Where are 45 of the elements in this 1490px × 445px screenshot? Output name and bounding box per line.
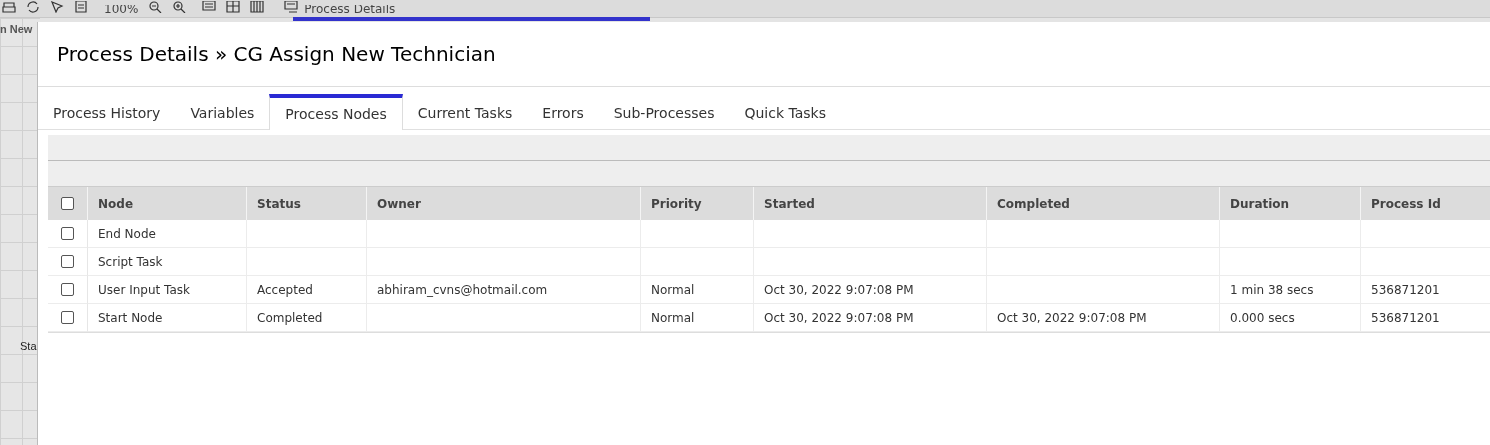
tab[interactable]: Process History	[38, 94, 176, 129]
zoom-out-icon[interactable]	[148, 1, 163, 13]
details-icon[interactable]	[284, 1, 299, 13]
tab[interactable]: Process Nodes	[269, 94, 403, 130]
checkbox[interactable]	[61, 283, 74, 296]
table-cell: Oct 30, 2022 9:07:08 PM	[754, 304, 987, 332]
pointer-icon[interactable]	[50, 1, 64, 13]
table-cell: 0.000 secs	[1220, 304, 1361, 332]
table-cell: 536871201	[1361, 304, 1490, 332]
checkbox[interactable]	[61, 227, 74, 240]
printer-icon[interactable]	[2, 1, 16, 13]
tab[interactable]: Sub-Processes	[598, 94, 730, 129]
table-cell: Normal	[641, 276, 754, 304]
table-cell: 536871201	[1361, 276, 1490, 304]
column-header[interactable]: Completed	[997, 194, 1070, 213]
dialog-title: Process Details » CG Assign New Technician	[57, 41, 496, 68]
notes-icon[interactable]	[202, 1, 217, 13]
table-cell: Normal	[641, 304, 754, 332]
zoom-in-icon[interactable]	[172, 1, 187, 13]
checkbox[interactable]	[61, 311, 74, 324]
table-cell: Oct 30, 2022 9:07:08 PM	[754, 276, 987, 304]
document-icon[interactable]	[74, 1, 88, 13]
column-header[interactable]: Started	[764, 194, 815, 213]
tab[interactable]: Errors	[527, 94, 599, 129]
node-label: Sta	[20, 339, 37, 354]
tab[interactable]: Current Tasks	[402, 94, 528, 129]
canvas-title: n New	[0, 22, 33, 37]
column-header[interactable]: Node	[98, 194, 133, 213]
table-cell: User Input Task	[88, 276, 247, 304]
column-header[interactable]: Owner	[377, 194, 421, 213]
table-cell: Script Task	[88, 248, 247, 276]
refresh-icon[interactable]	[26, 1, 40, 13]
table-cell: Accepted	[247, 276, 367, 304]
columns-icon[interactable]	[250, 1, 265, 13]
table-cell: 1 min 38 secs	[1220, 276, 1361, 304]
table-cell: Oct 30, 2022 9:07:08 PM	[987, 304, 1220, 332]
table-cell: abhiram_cvns@hotmail.com	[367, 276, 641, 304]
table-cell: Completed	[247, 304, 367, 332]
checkbox[interactable]	[61, 197, 74, 210]
table-cell: End Node	[88, 220, 247, 248]
grid-icon[interactable]	[226, 1, 241, 13]
tab[interactable]: Quick Tasks	[729, 94, 841, 129]
table-cell: Start Node	[88, 304, 247, 332]
tab[interactable]: Variables	[175, 94, 270, 129]
checkbox[interactable]	[61, 255, 74, 268]
